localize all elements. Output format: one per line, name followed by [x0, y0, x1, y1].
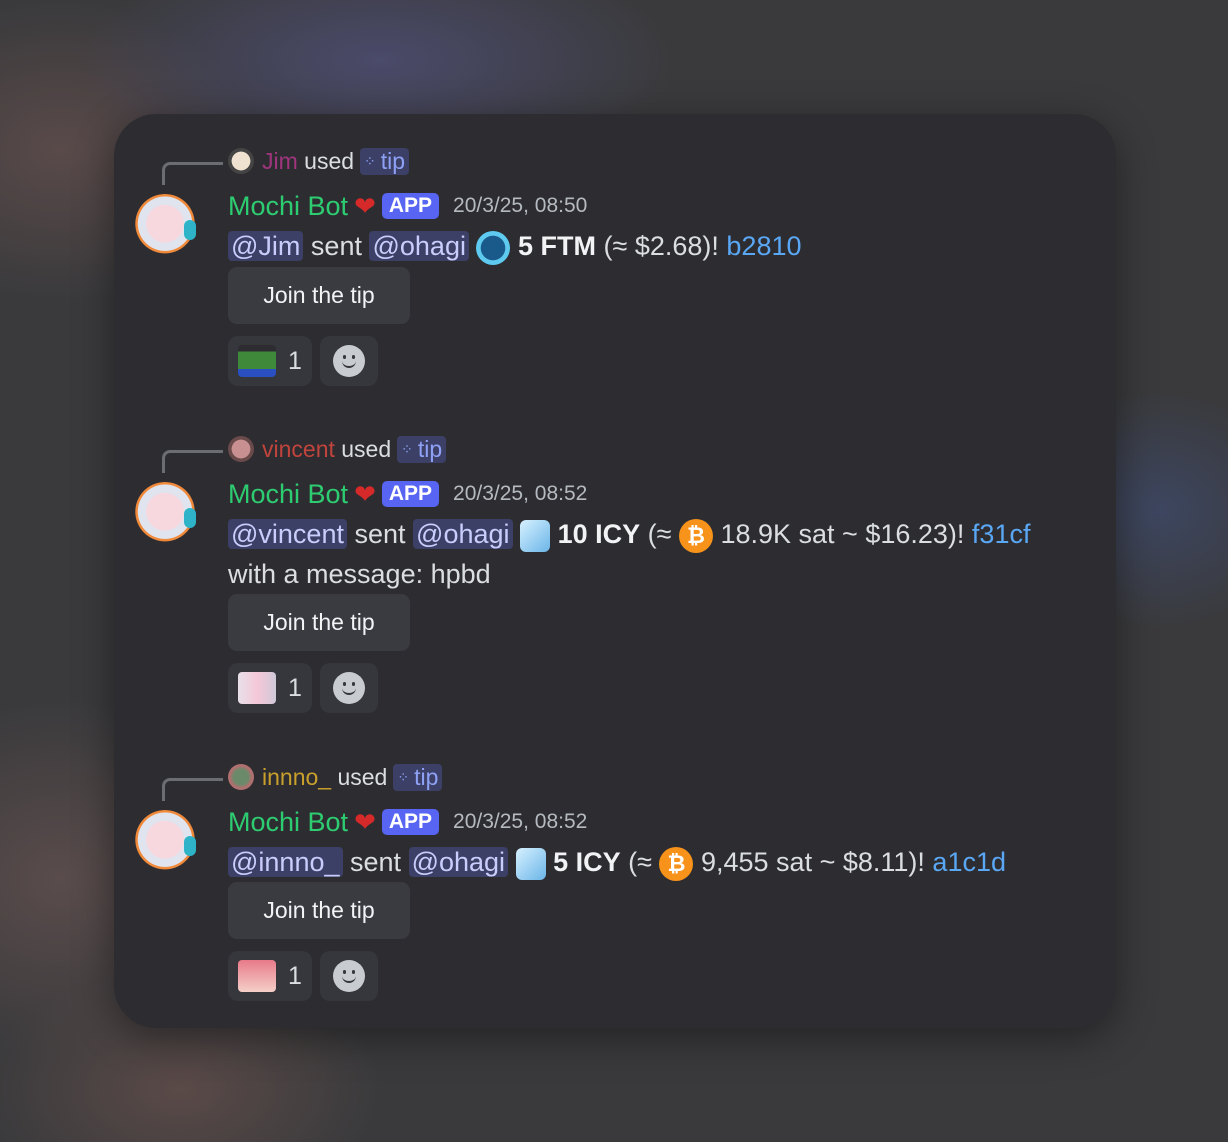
reaction-pepe-pray[interactable]: 1: [228, 336, 312, 386]
command-tip[interactable]: ⁘ tip: [360, 147, 410, 175]
user-avatar[interactable]: [228, 436, 254, 462]
app-badge: APP: [381, 481, 440, 507]
bot-name[interactable]: Mochi Bot: [228, 191, 348, 222]
heart-rose-icon: ❤: [354, 478, 376, 509]
sent-label: sent: [350, 847, 402, 877]
reactions: 1: [228, 336, 378, 386]
timestamp: 20/3/25, 08:52: [453, 482, 588, 505]
join-tip-button[interactable]: Join the tip: [228, 594, 410, 651]
mention-recipient[interactable]: @ohagi: [413, 519, 513, 549]
pink-hair-girl-emoji: [238, 960, 276, 992]
command-label: tip: [414, 763, 439, 790]
reply-connector: [162, 450, 223, 473]
reactions: 1: [228, 951, 378, 1001]
message-header: Mochi Bot ❤ APP 20/3/25, 08:52: [228, 802, 587, 842]
token-amount: 5 ICY: [553, 847, 621, 877]
bot-avatar[interactable]: [132, 810, 198, 876]
smiley-icon: [332, 960, 365, 992]
message-content: @vincent sent @ohagi 10 ICY (≈ ₿ 18.9K s…: [228, 514, 1030, 594]
tx-link[interactable]: b2810: [726, 231, 801, 261]
mention-recipient[interactable]: @ohagi: [408, 847, 509, 877]
message-card: Jim used ⁘ tip Mochi Bot ❤ APP 20/3/25, 0…: [114, 114, 1116, 1028]
add-reaction-button[interactable]: [319, 951, 378, 1001]
token-amount: 5 FTM: [518, 231, 596, 261]
used-label: used: [304, 147, 355, 174]
add-reaction-button[interactable]: [319, 336, 378, 386]
join-tip-button[interactable]: Join the tip: [228, 882, 410, 939]
reply-connector: [162, 162, 223, 185]
app-badge: APP: [381, 193, 440, 219]
app-badge: APP: [381, 809, 440, 835]
timestamp: 20/3/25, 08:52: [453, 810, 588, 833]
user-name[interactable]: innno_: [262, 764, 331, 791]
approx-label: (≈: [647, 519, 672, 549]
reaction-anime-girl[interactable]: 1: [228, 663, 312, 713]
smiley-icon: [332, 672, 365, 704]
heart-rose-icon: ❤: [354, 806, 376, 837]
bot-avatar[interactable]: [132, 194, 198, 260]
command-tip[interactable]: ⁘ tip: [393, 763, 443, 791]
ice-cube-icon: [520, 519, 551, 552]
mention-recipient[interactable]: @ohagi: [369, 231, 469, 261]
sent-label: sent: [310, 231, 362, 261]
bot-name[interactable]: Mochi Bot: [228, 479, 348, 510]
user-name[interactable]: Jim: [262, 148, 298, 175]
token-amount: 10 ICY: [557, 519, 641, 549]
anime-girl-emoji: [238, 672, 276, 704]
sent-label: sent: [354, 519, 406, 549]
tx-link[interactable]: f31cf: [972, 519, 1031, 549]
tip-message: with a message: hpbd: [228, 559, 491, 589]
join-tip-button[interactable]: Join the tip: [228, 267, 410, 324]
bot-name[interactable]: Mochi Bot: [228, 807, 348, 838]
tx-link[interactable]: a1c1d: [932, 847, 1006, 877]
fantom-coin-icon: [476, 230, 511, 265]
message-header: Mochi Bot ❤ APP 20/3/25, 08:52: [228, 474, 587, 514]
user-avatar[interactable]: [228, 148, 254, 174]
token-value: 9,455 sat ~ $8.11)!: [700, 847, 925, 877]
command-reply-line: Jim used ⁘ tip: [228, 144, 410, 178]
command-reply-line: vincent used ⁘ tip: [228, 432, 447, 466]
mention-sender[interactable]: @innno_: [228, 847, 343, 877]
add-reaction-button[interactable]: [319, 663, 378, 713]
message-header: Mochi Bot ❤ APP 20/3/25, 08:50: [228, 186, 587, 226]
command-label: tip: [380, 147, 406, 174]
command-tip[interactable]: ⁘ tip: [397, 435, 447, 463]
approx-label: (≈: [628, 847, 652, 877]
reaction-count: 1: [288, 673, 302, 702]
token-value: (≈ $2.68)!: [603, 231, 719, 261]
bitcoin-icon: ₿: [678, 518, 713, 553]
user-name[interactable]: vincent: [262, 436, 335, 463]
heart-rose-icon: ❤: [354, 190, 376, 221]
reaction-count: 1: [288, 346, 302, 375]
app-command-icon: ⁘: [401, 440, 413, 457]
app-command-icon: ⁘: [364, 152, 376, 169]
reactions: 1: [228, 663, 378, 713]
user-avatar[interactable]: [228, 764, 254, 790]
message-content: @Jim sent @ohagi 5 FTM (≈ $2.68)! b2810: [228, 226, 802, 266]
mention-sender[interactable]: @vincent: [228, 519, 347, 549]
reply-connector: [162, 778, 223, 801]
mention-sender[interactable]: @Jim: [228, 231, 304, 261]
timestamp: 20/3/25, 08:50: [453, 194, 588, 217]
bitcoin-icon: ₿: [659, 846, 694, 881]
used-label: used: [337, 763, 388, 790]
command-label: tip: [417, 435, 443, 462]
command-reply-line: innno_ used ⁘ tip: [228, 760, 443, 794]
reaction-count: 1: [288, 961, 302, 990]
pepe-pray-emoji: [238, 345, 276, 377]
reaction-pink-hair-girl[interactable]: 1: [228, 951, 312, 1001]
smiley-icon: [332, 345, 365, 377]
used-label: used: [341, 435, 392, 462]
message-content: @innno_ sent @ohagi 5 ICY (≈ ₿ 9,455 sat…: [228, 842, 1006, 882]
app-command-icon: ⁘: [397, 768, 410, 785]
bot-avatar[interactable]: [132, 482, 198, 548]
token-value: 18.9K sat ~ $16.23)!: [720, 519, 965, 549]
ice-cube-icon: [515, 847, 546, 880]
